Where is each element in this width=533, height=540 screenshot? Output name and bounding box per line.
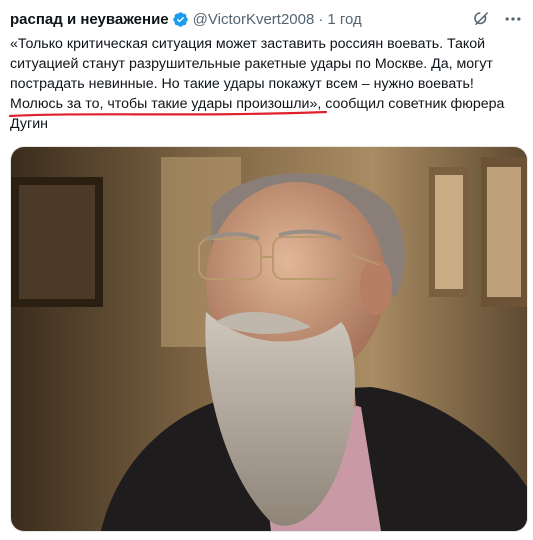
author-handle[interactable]: @VictorKvert2008 [193, 11, 315, 28]
tweet-header: распад и неуважение @VictorKvert2008 · 1… [10, 8, 523, 30]
tweet-text: «Только критическая ситуация может заста… [10, 36, 505, 132]
verified-badge-icon [172, 11, 189, 28]
grok-icon[interactable] [473, 10, 491, 28]
separator-dot: · [318, 10, 324, 28]
author-name[interactable]: распад и неуважение [10, 11, 169, 28]
post-time[interactable]: 1 год [327, 11, 361, 28]
more-icon[interactable] [503, 9, 523, 29]
tweet-photo[interactable] [10, 146, 528, 532]
header-actions [473, 9, 523, 29]
